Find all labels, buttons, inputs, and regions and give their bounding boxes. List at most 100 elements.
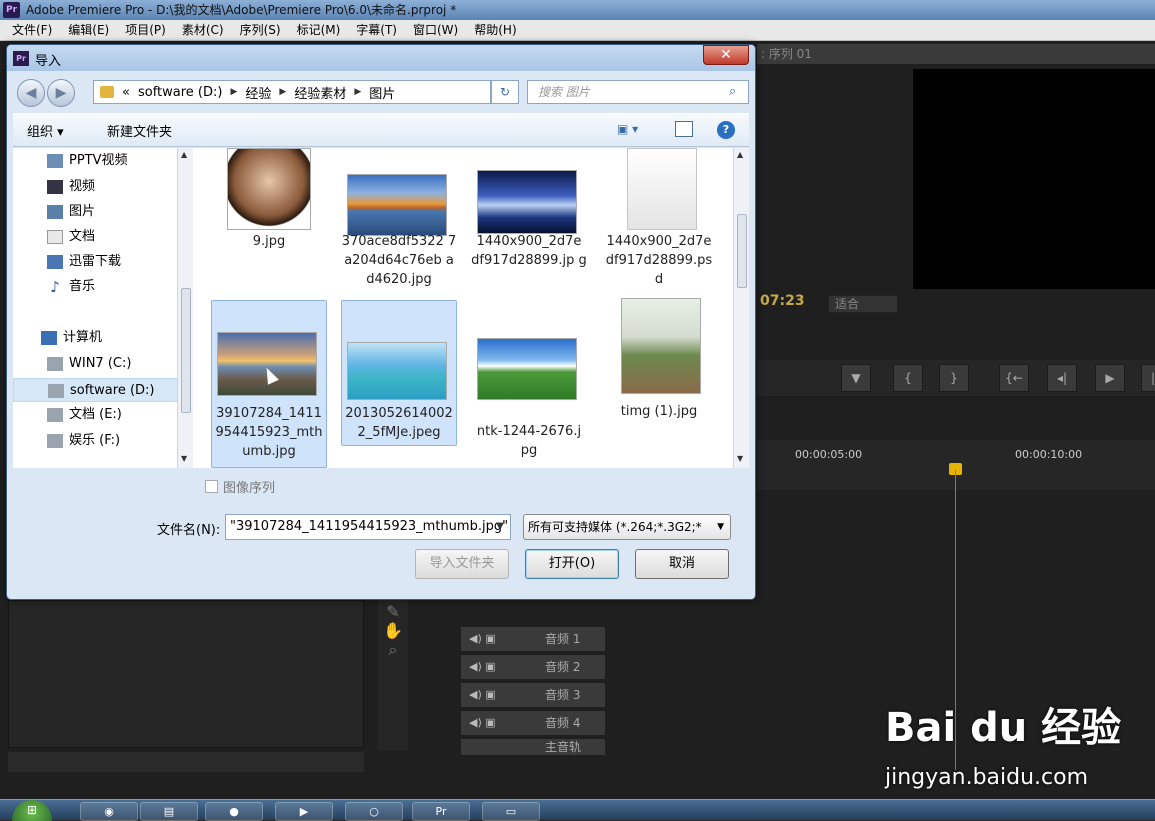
breadcrumb-prefix[interactable]: «: [122, 85, 130, 100]
media-center-icon[interactable]: ◉: [80, 802, 138, 821]
explorer-icon[interactable]: ▤: [140, 802, 198, 821]
speaker-icon[interactable]: ◀) ▣: [469, 711, 496, 735]
nav-item-downloads[interactable]: 迅雷下载: [13, 250, 181, 274]
breadcrumb-pictures[interactable]: 图片: [369, 83, 395, 102]
premiere-logo-icon: Pr: [13, 51, 29, 66]
scroll-down-icon[interactable]: ▼: [737, 454, 743, 463]
search-icon[interactable]: ⌕: [729, 84, 736, 99]
speaker-icon[interactable]: ◀) ▣: [469, 655, 496, 679]
refresh-icon[interactable]: ↻: [491, 80, 519, 104]
file-item[interactable]: 1440x900_2d7e df917d28899.jp g: [471, 148, 587, 298]
firefox-icon[interactable]: ●: [205, 802, 263, 821]
search-input[interactable]: 搜索 图片: [527, 80, 749, 104]
nav-scrollbar[interactable]: ▲ ▼: [177, 148, 193, 468]
file-item[interactable]: 1440x900_2d7e df917d28899.ps d: [603, 148, 715, 298]
nav-item-drive-c[interactable]: WIN7 (C:): [13, 352, 181, 376]
nav-item-drive-f[interactable]: 娱乐 (F:): [13, 429, 181, 453]
breadcrumb-separator-icon[interactable]: ▶: [354, 87, 361, 97]
import-folder-button[interactable]: 导入文件夹: [415, 549, 509, 579]
audio-track[interactable]: ◀) ▣ 音频 1: [460, 626, 606, 652]
menu-marker[interactable]: 标记(M): [289, 20, 349, 40]
transport-controls: ▼ { } {← ◂| ▶ |▸: [757, 360, 1155, 396]
nav-item-drive-d[interactable]: software (D:): [13, 378, 181, 402]
dialog-title-bar[interactable]: [7, 45, 755, 71]
file-item[interactable]: ntk-1244-2676.j pg: [473, 298, 585, 458]
marker-icon[interactable]: ▼: [841, 364, 871, 392]
filetype-select[interactable]: 所有可支持媒体 (*.264;*.3G2;* ▼: [523, 514, 731, 540]
nav-item-documents[interactable]: 文档: [13, 225, 181, 249]
chevron-down-icon[interactable]: ▼: [717, 515, 724, 539]
close-button[interactable]: ✕: [703, 45, 749, 65]
breadcrumb-drive[interactable]: software (D:): [138, 85, 223, 100]
nav-item-videos[interactable]: 视频: [13, 175, 181, 199]
nav-item-drive-e[interactable]: 文档 (E:): [13, 403, 181, 427]
pen-icon[interactable]: ✎: [378, 602, 408, 621]
start-button[interactable]: ⊞: [12, 800, 52, 821]
app-icon[interactable]: ▭: [482, 802, 540, 821]
file-item[interactable]: 2013052614002 2_5fMJe.jpeg: [343, 298, 455, 448]
file-item[interactable]: timg (1).jpg: [603, 298, 715, 448]
new-folder-button[interactable]: 新建文件夹: [107, 121, 172, 140]
chevron-down-icon[interactable]: ▼: [491, 516, 509, 538]
step-back-icon[interactable]: ◂|: [1047, 364, 1077, 392]
open-button[interactable]: 打开(O): [525, 549, 619, 579]
file-item[interactable]: 370ace8df5322 7a204d64c76eb ad4620.jpg: [342, 148, 456, 298]
scroll-up-icon[interactable]: ▲: [737, 150, 743, 159]
breadcrumb-separator-icon[interactable]: ▶: [230, 87, 237, 97]
hand-icon[interactable]: ✋: [378, 621, 408, 640]
breadcrumb-experience[interactable]: 经验: [245, 83, 271, 102]
image-sequence-checkbox[interactable]: [205, 480, 218, 493]
menu-edit[interactable]: 编辑(E): [60, 20, 117, 40]
menu-project[interactable]: 项目(P): [117, 20, 174, 40]
preview-pane-icon[interactable]: [675, 121, 693, 137]
watermark-brand: Bai du 经验: [885, 705, 1122, 751]
nav-item-computer[interactable]: 计算机: [13, 326, 181, 350]
nav-item-music[interactable]: ♪ 音乐: [13, 275, 181, 299]
scroll-up-icon[interactable]: ▲: [181, 150, 187, 159]
zoom-fit-select[interactable]: 适合: [828, 295, 898, 313]
file-scroll-thumb[interactable]: [737, 214, 747, 288]
cancel-button[interactable]: 取消: [635, 549, 729, 579]
program-timecode[interactable]: 07:23: [760, 293, 805, 309]
menu-title[interactable]: 字幕(T): [348, 20, 405, 40]
menu-clip[interactable]: 素材(C): [174, 20, 232, 40]
breadcrumb-materials[interactable]: 经验素材: [294, 83, 346, 102]
breadcrumb-separator-icon[interactable]: ▶: [279, 87, 286, 97]
help-icon[interactable]: ?: [717, 121, 735, 139]
mark-in-icon[interactable]: {: [893, 364, 923, 392]
file-name: timg (1).jpg: [620, 404, 698, 419]
play-icon[interactable]: ▶: [1095, 364, 1125, 392]
file-list-scrollbar[interactable]: ▲ ▼: [733, 148, 749, 468]
step-forward-icon[interactable]: |▸: [1141, 364, 1155, 392]
picture-library-icon: [47, 205, 63, 219]
menu-file[interactable]: 文件(F): [4, 20, 60, 40]
audio-track[interactable]: ◀) ▣ 音频 4: [460, 710, 606, 736]
back-arrow-icon[interactable]: ◀: [17, 79, 45, 107]
go-to-in-icon[interactable]: {←: [999, 364, 1029, 392]
file-item[interactable]: 9.jpg: [213, 148, 325, 298]
zoom-icon[interactable]: ⌕: [378, 640, 408, 660]
ruler-tick-label: 00:00:05:00: [795, 448, 863, 461]
speaker-icon[interactable]: ◀) ▣: [469, 627, 496, 651]
mark-out-icon[interactable]: }: [939, 364, 969, 392]
menu-sequence[interactable]: 序列(S): [232, 20, 289, 40]
address-bar[interactable]: « software (D:) ▶ 经验 ▶ 经验素材 ▶ 图片: [93, 80, 491, 104]
app-icon[interactable]: ▶: [275, 802, 333, 821]
forward-arrow-icon[interactable]: ▶: [47, 79, 75, 107]
scroll-down-icon[interactable]: ▼: [181, 454, 187, 463]
nav-scroll-thumb[interactable]: [181, 288, 191, 413]
program-monitor-tab[interactable]: : 序列 01: [757, 44, 1155, 64]
menu-window[interactable]: 窗口(W): [405, 20, 466, 40]
nav-item-pictures[interactable]: 图片: [13, 200, 181, 224]
organize-button[interactable]: 组织 ▾: [27, 121, 64, 140]
premiere-taskbar-icon[interactable]: Pr: [412, 802, 470, 821]
speaker-icon[interactable]: ◀) ▣: [469, 683, 496, 707]
view-options-icon[interactable]: ▣ ▾: [617, 122, 638, 136]
filename-input[interactable]: "39107284_1411954415923_mthumb.jpg": [225, 514, 511, 540]
audio-track[interactable]: ◀) ▣ 音频 2: [460, 654, 606, 680]
menu-help[interactable]: 帮助(H): [466, 20, 524, 40]
audio-track[interactable]: ◀) ▣ 音频 3: [460, 682, 606, 708]
master-track[interactable]: 主音轨: [460, 738, 606, 756]
nav-item-pptv[interactable]: PPTV视频: [13, 149, 181, 173]
app-icon[interactable]: ○: [345, 802, 403, 821]
